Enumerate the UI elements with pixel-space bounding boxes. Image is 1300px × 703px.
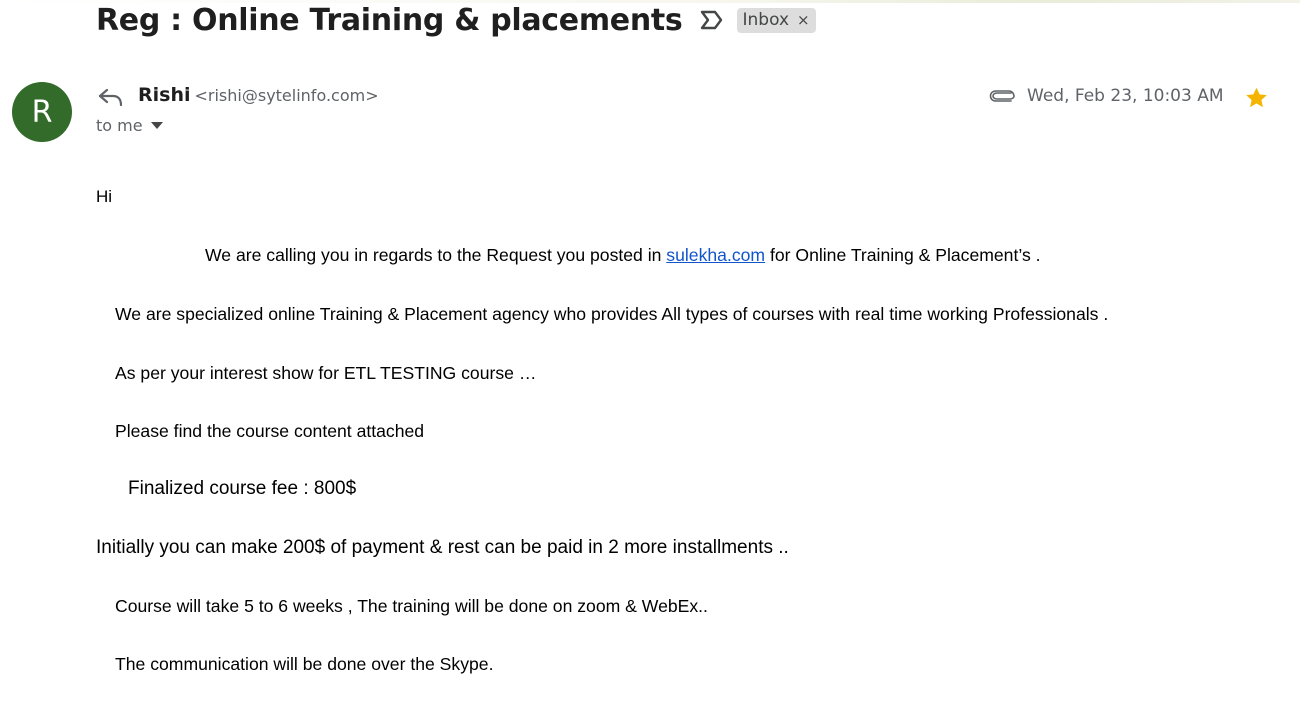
- paperclip-icon: [989, 88, 1017, 104]
- sender-email: <rishi@sytelinfo.com>: [194, 86, 379, 105]
- sender-name[interactable]: Rishi: [138, 84, 191, 106]
- recipient-details-toggle[interactable]: to me: [96, 116, 163, 135]
- body-line-agency: We are specialized online Training & Pla…: [115, 304, 1109, 324]
- importance-marker-icon[interactable]: [699, 9, 725, 31]
- body-line-attachment: Please find the course content attached: [115, 421, 425, 441]
- remove-label-button[interactable]: ×: [797, 11, 810, 29]
- body-line-fee: Finalized course fee : 800$: [128, 478, 357, 499]
- chevron-down-icon[interactable]: [150, 122, 163, 129]
- body-line-interest: As per your interest show for ETL TESTIN…: [115, 363, 537, 383]
- avatar-letter: R: [31, 94, 53, 130]
- body-greeting: Hi: [96, 187, 113, 206]
- email-subject: Reg : Online Training & placements: [96, 2, 683, 38]
- sender-avatar[interactable]: R: [12, 82, 72, 142]
- sulekha-link[interactable]: sulekha.com: [666, 245, 765, 265]
- recipient-text: to me: [96, 116, 143, 135]
- subject-row: Reg : Online Training & placements Inbox…: [96, 0, 816, 40]
- reply-icon[interactable]: [97, 86, 125, 108]
- inbox-label-chip[interactable]: Inbox ×: [736, 7, 816, 33]
- star-icon[interactable]: [1243, 85, 1270, 111]
- body-line-communication: The communication will be done over the …: [115, 654, 494, 674]
- body-line-payment: Initially you can make 200$ of payment &…: [96, 537, 789, 558]
- sender-row: Rishi <rishi@sytelinfo.com>: [138, 84, 379, 106]
- body-line-request-after: for Online Training & Placement’s .: [765, 245, 1041, 265]
- body-line-request: We are calling you in regards to the Req…: [205, 245, 1041, 266]
- inbox-label-text: Inbox: [742, 10, 790, 30]
- body-line-request-before: We are calling you in regards to the Req…: [205, 245, 667, 265]
- body-line-duration: Course will take 5 to 6 weeks , The trai…: [115, 596, 708, 616]
- email-date: Wed, Feb 23, 10:03 AM: [1027, 86, 1224, 106]
